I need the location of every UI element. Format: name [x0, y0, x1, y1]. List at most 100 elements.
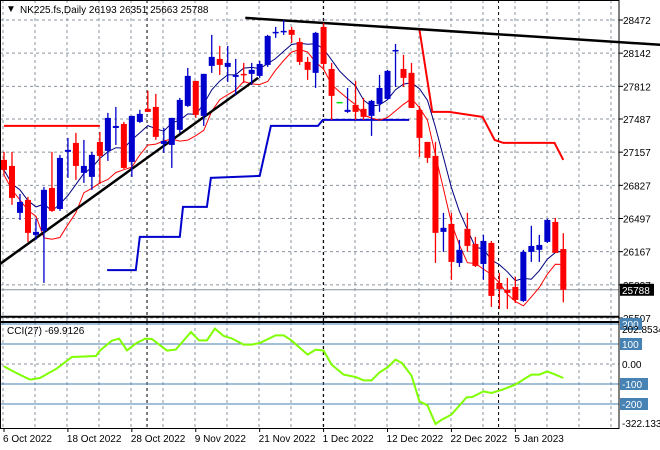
- price-chart[interactable]: 28472 28142 27812 27487 27157 26827 26497 26167…: [0, 0, 660, 450]
- candle-body: [424, 141, 431, 158]
- candle-body: [496, 282, 503, 289]
- candle: [496, 272, 503, 309]
- candle: [296, 37, 303, 65]
- cci-panel[interactable]: [0, 323, 619, 426]
- candle-body: [40, 189, 47, 231]
- candle-body: [520, 251, 527, 301]
- candle-body: [112, 125, 119, 128]
- candle-body: [472, 243, 479, 266]
- x-tick-label: 12 Dec 2022: [387, 434, 444, 445]
- candle-body: [232, 74, 239, 77]
- candle-body: [432, 155, 439, 233]
- candle-body: [416, 109, 423, 138]
- candle-body: [128, 115, 135, 162]
- candle-body: [512, 286, 519, 300]
- candle: [88, 151, 95, 190]
- ma-fast-line: [3, 42, 564, 282]
- candle: [400, 54, 407, 87]
- candle: [368, 99, 375, 136]
- candle-body: [440, 227, 447, 232]
- candle-body: [336, 101, 343, 104]
- candle-body: [368, 100, 375, 116]
- candle-body: [104, 117, 111, 151]
- candle-body: [264, 35, 271, 65]
- candle-body: [168, 117, 175, 145]
- candle-body: [544, 219, 551, 242]
- candle-body: [352, 104, 359, 112]
- candle-body: [24, 199, 31, 233]
- candle: [280, 19, 287, 35]
- candle-body: [552, 221, 559, 253]
- candle-body: [344, 109, 351, 112]
- candle: [184, 67, 191, 107]
- candle: [168, 117, 175, 168]
- candle: [544, 218, 551, 243]
- candle-body: [144, 108, 151, 112]
- red-step-line: [4, 29, 565, 161]
- candle: [288, 26, 295, 43]
- candle-body: [480, 240, 487, 264]
- candle: [528, 225, 535, 262]
- candle: [376, 74, 383, 112]
- cci-line: [3, 327, 564, 426]
- cci-frame: [0, 322, 620, 429]
- candle: [480, 234, 487, 280]
- candle: [1, 151, 7, 175]
- candle-body: [456, 249, 463, 263]
- candle-body: [536, 244, 543, 250]
- candle: [432, 141, 439, 263]
- trendline: [245, 16, 660, 47]
- candle-body: [80, 165, 87, 173]
- candle: [336, 101, 343, 104]
- candle: [304, 56, 311, 80]
- candle-body: [504, 289, 511, 293]
- candle: [312, 31, 319, 88]
- candle-body: [216, 58, 223, 65]
- candle: [552, 217, 559, 253]
- candle: [408, 62, 415, 108]
- candle-body: [272, 31, 279, 34]
- candle-body: [288, 29, 295, 35]
- candle-body: [256, 63, 263, 76]
- candle-body: [296, 41, 303, 62]
- candle-body: [16, 201, 23, 213]
- candle-body: [208, 56, 215, 66]
- candle: [272, 26, 279, 38]
- candle: [560, 233, 567, 303]
- candle-body: [360, 108, 367, 117]
- candle-body: [48, 187, 55, 211]
- candle: [232, 58, 239, 95]
- candle-body: [224, 62, 231, 67]
- candle: [424, 141, 431, 163]
- candle-body: [304, 61, 311, 70]
- candle-body: [560, 249, 567, 290]
- ma-slow-line: [3, 48, 564, 307]
- candle-body: [152, 106, 159, 137]
- candle: [256, 60, 263, 78]
- candle: [488, 240, 495, 307]
- candle-body: [160, 140, 167, 144]
- x-tick-label: 6 Oct 2022: [3, 434, 52, 445]
- candle: [48, 151, 55, 212]
- chart-title: NK225.fs,Daily 26193 26351 25663 25788: [20, 5, 209, 16]
- candle: [472, 236, 479, 267]
- collapse-arrow-icon: ▼: [6, 4, 16, 15]
- cci-title: CCI(27) -69.9126: [7, 326, 85, 337]
- candle: [328, 62, 335, 120]
- candle-body: [408, 72, 415, 108]
- cci-top-label: 202.8534: [622, 325, 660, 336]
- candle-body: [64, 149, 71, 152]
- y-tick-label: 26497: [623, 214, 651, 225]
- candle: [384, 69, 391, 100]
- y-tick-label: 27157: [623, 148, 651, 159]
- candle: [504, 277, 511, 309]
- candle: [216, 45, 223, 75]
- cci-bottom-label: -322.133: [622, 419, 660, 430]
- candle-body: [32, 231, 39, 235]
- candle: [264, 34, 271, 67]
- candle-body: [184, 75, 191, 106]
- candle: [240, 62, 247, 83]
- candle: [448, 212, 455, 280]
- candle: [96, 131, 103, 184]
- trendline: [0, 76, 259, 265]
